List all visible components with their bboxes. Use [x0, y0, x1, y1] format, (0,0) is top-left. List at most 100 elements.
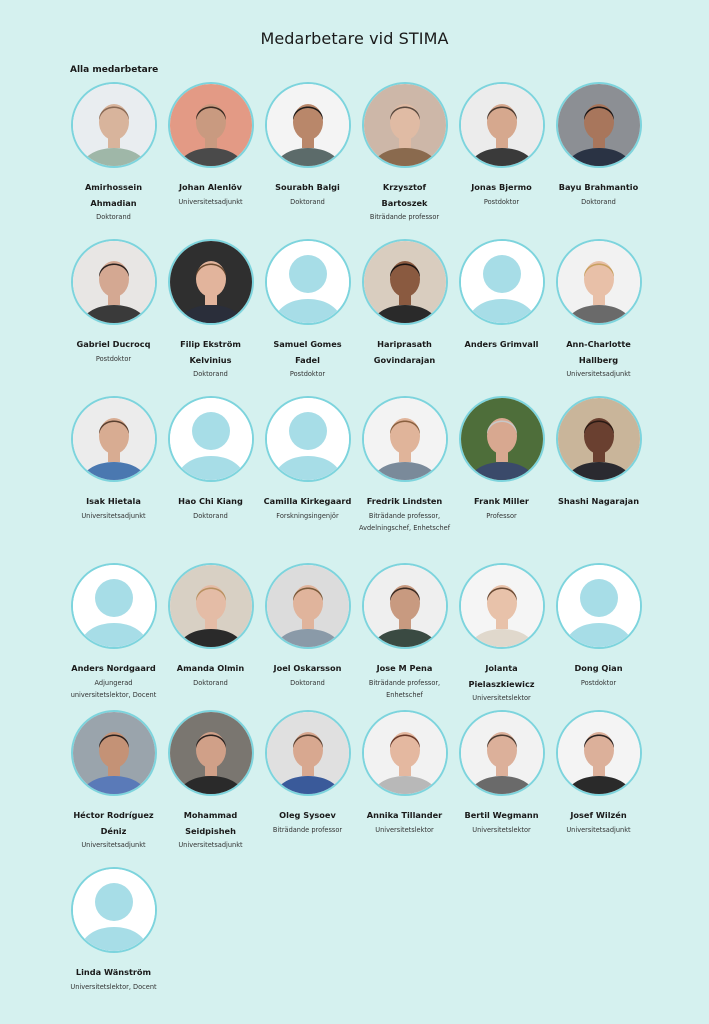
- staff-name[interactable]: Mohammad Seidpisheh: [165, 808, 257, 839]
- staff-card[interactable]: Ann-Charlotte Hallberg Universitetsadjunk…: [550, 239, 647, 396]
- avatar[interactable]: [167, 396, 254, 482]
- avatar[interactable]: [555, 396, 642, 482]
- staff-name[interactable]: Fredrik Lindsten: [359, 494, 451, 510]
- staff-name[interactable]: Héctor Rodríguez Déniz: [68, 808, 160, 839]
- staff-card[interactable]: Isak Hietala Universitetsadjunkt: [65, 396, 162, 553]
- avatar[interactable]: [555, 239, 642, 325]
- avatar[interactable]: [458, 710, 545, 796]
- staff-name[interactable]: Josef Wilzén: [553, 808, 645, 824]
- staff-name[interactable]: Jose M Pena: [359, 661, 451, 677]
- portrait-photo: [557, 712, 640, 794]
- staff-name[interactable]: Samuel Gomes Fadel: [262, 337, 354, 368]
- staff-name[interactable]: Amanda Olmin: [165, 661, 257, 677]
- staff-card[interactable]: Jose M Pena Biträdande professor, Enhetsc…: [356, 563, 453, 720]
- avatar[interactable]: [264, 82, 351, 168]
- staff-card[interactable]: Joel Oskarsson Doktorand: [259, 563, 356, 720]
- staff-name[interactable]: Amirhossein Ahmadian: [68, 180, 160, 211]
- avatar[interactable]: [555, 563, 642, 649]
- staff-card[interactable]: Samuel Gomes Fadel Postdoktor: [259, 239, 356, 396]
- staff-card[interactable]: Filip Ekström Kelvinius Doktorand: [162, 239, 259, 396]
- staff-role: Universitetslektor: [472, 694, 531, 702]
- portrait-photo: [266, 84, 349, 166]
- staff-role: Universitetsadjunkt: [81, 511, 146, 520]
- staff-name[interactable]: Frank Miller: [456, 494, 548, 510]
- staff-card[interactable]: Amanda Olmin Doktorand: [162, 563, 259, 720]
- staff-card[interactable]: Amirhossein Ahmadian Doktorand: [65, 82, 162, 239]
- staff-card[interactable]: Annika Tillander Universitetslektor: [356, 710, 453, 867]
- staff-card[interactable]: Anders Nordgaard Adjungerad universitetsl…: [65, 563, 162, 720]
- staff-name[interactable]: Sourabh Balgi: [262, 180, 354, 196]
- staff-name[interactable]: Isak Hietala: [68, 494, 160, 510]
- staff-name[interactable]: Joel Oskarsson: [262, 661, 354, 677]
- staff-name[interactable]: Filip Ekström Kelvinius: [165, 337, 257, 368]
- staff-name[interactable]: Anders Nordgaard: [68, 661, 160, 677]
- staff-name[interactable]: Ann-Charlotte Hallberg: [553, 337, 645, 368]
- staff-name[interactable]: Jolanta Pielaszkiewicz: [456, 661, 548, 692]
- staff-card[interactable]: Bertil Wegmann Universitetslektor: [453, 710, 550, 867]
- avatar[interactable]: [361, 396, 448, 482]
- staff-card[interactable]: Frank Miller Professor: [453, 396, 550, 553]
- avatar[interactable]: [70, 563, 157, 649]
- avatar[interactable]: [361, 563, 448, 649]
- staff-card[interactable]: Hariprasath Govindarajan: [356, 239, 453, 396]
- avatar[interactable]: [264, 239, 351, 325]
- avatar[interactable]: [458, 82, 545, 168]
- staff-card[interactable]: Fredrik Lindsten Biträdande professor, Av…: [356, 396, 453, 553]
- staff-card[interactable]: Anders Grimvall: [453, 239, 550, 396]
- staff-card[interactable]: Jonas Bjermo Postdoktor: [453, 82, 550, 239]
- staff-card[interactable]: Gabriel Ducrocq Postdoktor: [65, 239, 162, 396]
- staff-name[interactable]: Jonas Bjermo: [456, 180, 548, 196]
- staff-card[interactable]: Jolanta Pielaszkiewicz Universitetslektor: [453, 563, 550, 720]
- avatar[interactable]: [167, 710, 254, 796]
- staff-name[interactable]: Dong Qian: [553, 661, 645, 677]
- avatar[interactable]: [167, 82, 254, 168]
- staff-card[interactable]: Dong Qian Postdoktor: [550, 563, 647, 720]
- staff-name[interactable]: Hao Chi Kiang: [165, 494, 257, 510]
- staff-card[interactable]: Héctor Rodríguez Déniz Universitetsadjunk…: [65, 710, 162, 867]
- staff-card[interactable]: Shashi Nagarajan: [550, 396, 647, 553]
- staff-card[interactable]: Johan Alenlöv Universitetsadjunkt: [162, 82, 259, 239]
- avatar[interactable]: [167, 239, 254, 325]
- avatar[interactable]: [70, 867, 157, 953]
- avatar[interactable]: [264, 710, 351, 796]
- avatar[interactable]: [70, 239, 157, 325]
- avatar[interactable]: [361, 710, 448, 796]
- staff-name[interactable]: Linda Wänström: [68, 965, 160, 981]
- staff-card[interactable]: Oleg Sysoev Biträdande professor: [259, 710, 356, 867]
- staff-card[interactable]: Sourabh Balgi Doktorand: [259, 82, 356, 239]
- avatar[interactable]: [361, 82, 448, 168]
- avatar[interactable]: [70, 396, 157, 482]
- avatar[interactable]: [167, 563, 254, 649]
- staff-card[interactable]: Linda Wänström Universitetslektor, Docent: [65, 867, 162, 1024]
- staff-card[interactable]: Bayu Brahmantio Doktorand: [550, 82, 647, 239]
- staff-name[interactable]: Johan Alenlöv: [165, 180, 257, 196]
- staff-name[interactable]: Shashi Nagarajan: [553, 494, 645, 510]
- avatar[interactable]: [264, 563, 351, 649]
- staff-name[interactable]: Annika Tillander: [359, 808, 451, 824]
- avatar[interactable]: [264, 396, 351, 482]
- avatar[interactable]: [555, 82, 642, 168]
- staff-name[interactable]: Hariprasath Govindarajan: [359, 337, 451, 368]
- staff-name[interactable]: Bayu Brahmantio: [553, 180, 645, 196]
- staff-name[interactable]: Camilla Kirkegaard: [262, 494, 354, 510]
- avatar[interactable]: [458, 396, 545, 482]
- portrait-photo: [266, 565, 349, 647]
- avatar[interactable]: [70, 82, 157, 168]
- staff-name[interactable]: Krzysztof Bartoszek: [359, 180, 451, 211]
- avatar[interactable]: [361, 239, 448, 325]
- portrait-photo: [460, 712, 543, 794]
- staff-name[interactable]: Oleg Sysoev: [262, 808, 354, 824]
- staff-card[interactable]: Mohammad Seidpisheh Universitetsadjunkt: [162, 710, 259, 867]
- avatar-placeholder-icon: [266, 398, 349, 480]
- staff-card[interactable]: Josef Wilzén Universitetsadjunkt: [550, 710, 647, 867]
- staff-card[interactable]: Krzysztof Bartoszek Biträdande professor: [356, 82, 453, 239]
- staff-name[interactable]: Anders Grimvall: [456, 337, 548, 353]
- avatar[interactable]: [458, 239, 545, 325]
- avatar[interactable]: [70, 710, 157, 796]
- staff-card[interactable]: Camilla Kirkegaard Forskningsingenjör: [259, 396, 356, 553]
- avatar[interactable]: [555, 710, 642, 796]
- staff-name[interactable]: Bertil Wegmann: [456, 808, 548, 824]
- staff-name[interactable]: Gabriel Ducrocq: [68, 337, 160, 353]
- avatar[interactable]: [458, 563, 545, 649]
- staff-card[interactable]: Hao Chi Kiang Doktorand: [162, 396, 259, 553]
